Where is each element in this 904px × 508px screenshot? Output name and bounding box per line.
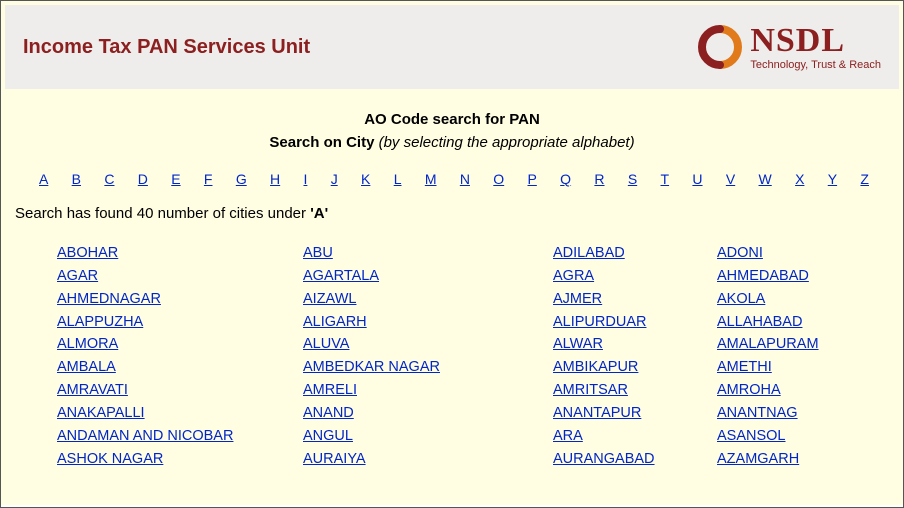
city-link[interactable]: ANANTAPUR (553, 405, 641, 421)
page-subtitle: Search on City (by selecting the appropr… (13, 134, 891, 151)
alpha-link-l[interactable]: L (394, 171, 402, 187)
city-link[interactable]: AMRITSAR (553, 382, 628, 398)
city-link[interactable]: AGARTALA (303, 268, 379, 284)
alpha-link-y[interactable]: Y (828, 171, 837, 187)
city-link[interactable]: ASANSOL (717, 428, 786, 444)
city-link[interactable]: AMRELI (303, 382, 357, 398)
city-link[interactable]: AZAMGARH (717, 451, 799, 467)
city-link[interactable]: ALIPURDUAR (553, 314, 646, 330)
city-link[interactable]: ABU (303, 245, 333, 261)
city-link[interactable]: AMETHI (717, 359, 772, 375)
alpha-link-u[interactable]: U (692, 171, 702, 187)
alpha-link-f[interactable]: F (204, 171, 213, 187)
city-link[interactable]: ANDAMAN AND NICOBAR (57, 428, 233, 444)
alpha-link-s[interactable]: S (628, 171, 637, 187)
page-title: AO Code search for PAN (13, 111, 891, 128)
alpha-link-g[interactable]: G (236, 171, 247, 187)
logo-text-sub: Technology, Trust & Reach (750, 60, 881, 71)
alpha-link-q[interactable]: Q (560, 171, 571, 187)
city-link[interactable]: ANGUL (303, 428, 353, 444)
city-link[interactable]: AMBALA (57, 359, 116, 375)
alpha-link-r[interactable]: R (594, 171, 604, 187)
alpha-link-x[interactable]: X (795, 171, 804, 187)
alpha-link-p[interactable]: P (528, 171, 537, 187)
alpha-link-w[interactable]: W (759, 171, 772, 187)
city-link[interactable]: AKOLA (717, 291, 765, 307)
city-link[interactable]: ABOHAR (57, 245, 118, 261)
city-link[interactable]: AMALAPURAM (717, 336, 819, 352)
alpha-link-j[interactable]: J (331, 171, 338, 187)
alpha-link-b[interactable]: B (72, 171, 81, 187)
city-link[interactable]: AGRA (553, 268, 594, 284)
city-link[interactable]: ANAND (303, 405, 354, 421)
city-link[interactable]: AHMEDABAD (717, 268, 809, 284)
city-link[interactable]: AIZAWL (303, 291, 356, 307)
city-link[interactable]: ALUVA (303, 336, 349, 352)
logo-rings-icon (698, 25, 742, 69)
city-link[interactable]: AURAIYA (303, 451, 366, 467)
alpha-link-c[interactable]: C (104, 171, 114, 187)
alpha-link-k[interactable]: K (361, 171, 370, 187)
city-link[interactable]: AMBEDKAR NAGAR (303, 359, 440, 375)
alpha-link-z[interactable]: Z (860, 171, 869, 187)
logo-text-main: NSDL (750, 24, 845, 58)
city-link[interactable]: AMRAVATI (57, 382, 128, 398)
city-link[interactable]: ARA (553, 428, 583, 444)
alpha-link-v[interactable]: V (726, 171, 735, 187)
city-link[interactable]: ASHOK NAGAR (57, 451, 163, 467)
alpha-link-i[interactable]: I (303, 171, 307, 187)
content-area: AO Code search for PAN Search on City (b… (1, 89, 903, 505)
alpha-link-h[interactable]: H (270, 171, 280, 187)
city-list: ABOHAR ABU ADILABAD ADONI AGAR AGARTALA AGRA AH… (13, 244, 891, 468)
city-link[interactable]: ADONI (717, 245, 763, 261)
alpha-link-m[interactable]: M (425, 171, 437, 187)
city-link[interactable]: ADILABAD (553, 245, 625, 261)
alpha-link-o[interactable]: O (493, 171, 504, 187)
result-count-line: Search has found 40 number of cities und… (15, 205, 891, 222)
alpha-link-t[interactable]: T (661, 171, 670, 187)
alpha-link-e[interactable]: E (171, 171, 180, 187)
header-title: Income Tax PAN Services Unit (23, 36, 310, 59)
city-link[interactable]: AURANGABAD (553, 451, 655, 467)
logo: NSDL Technology, Trust & Reach (698, 24, 881, 71)
alpha-link-d[interactable]: D (138, 171, 148, 187)
city-link[interactable]: ALAPPUZHA (57, 314, 143, 330)
city-link[interactable]: AJMER (553, 291, 602, 307)
alpha-link-a[interactable]: A (39, 171, 48, 187)
city-link[interactable]: AMBIKAPUR (553, 359, 638, 375)
city-link[interactable]: ALIGARH (303, 314, 367, 330)
city-link[interactable]: AGAR (57, 268, 98, 284)
city-link[interactable]: AMROHA (717, 382, 781, 398)
city-link[interactable]: ANANTNAG (717, 405, 798, 421)
header-bar: Income Tax PAN Services Unit NSDL Techno… (1, 1, 903, 89)
city-link[interactable]: AHMEDNAGAR (57, 291, 161, 307)
city-link[interactable]: ALLAHABAD (717, 314, 802, 330)
alphabet-nav: A B C D E F G H I J K L M N O P Q R S T U V W X Y Z (13, 171, 891, 187)
city-link[interactable]: ALMORA (57, 336, 118, 352)
alpha-link-n[interactable]: N (460, 171, 470, 187)
city-link[interactable]: ANAKAPALLI (57, 405, 145, 421)
city-link[interactable]: ALWAR (553, 336, 603, 352)
